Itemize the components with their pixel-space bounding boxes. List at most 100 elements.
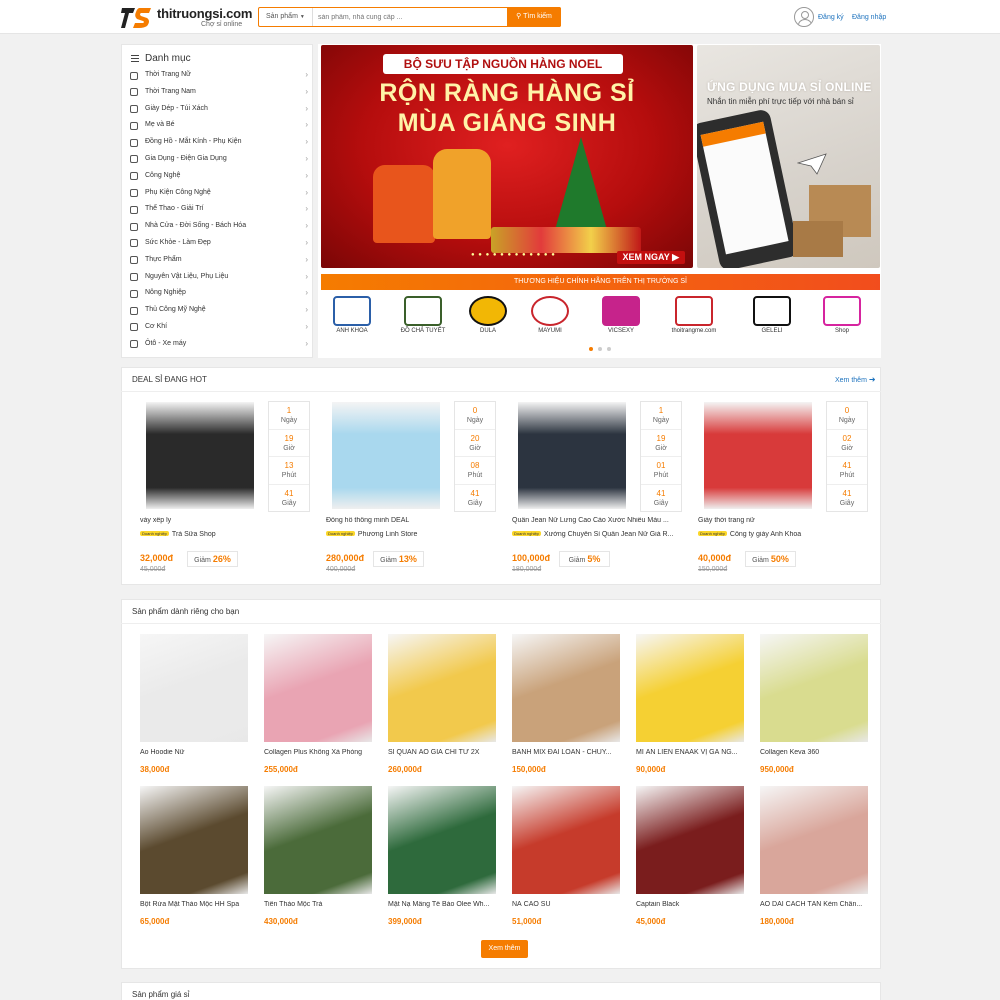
site-logo[interactable]: thitruongsi.com Chợ sỉ online xyxy=(121,5,252,31)
product-name[interactable]: SỈ QUẦN ÁO GIÁ CHỈ TỪ 2X xyxy=(388,749,498,756)
deal-product-name[interactable]: Giày thời trang nữ xyxy=(698,517,874,524)
sidebar-item[interactable]: Thực Phẩm › xyxy=(130,252,308,269)
deal-shop-name[interactable]: Doanh nghiệp Trà Sữa Shop xyxy=(140,531,316,538)
sidebar-item[interactable]: Thời Trang Nam › xyxy=(130,84,308,101)
brand-logo[interactable]: ANH KHOA xyxy=(322,294,382,340)
chevron-right-icon: › xyxy=(305,187,308,197)
countdown-cell: 1 Ngày xyxy=(641,402,681,430)
brand-logo[interactable]: DULA xyxy=(458,294,518,340)
product-image[interactable] xyxy=(760,786,868,894)
search-button[interactable]: ⚲ Tìm kiếm xyxy=(507,7,561,27)
deal-shop-name[interactable]: Doanh nghiệp Công ty giày Anh Khoa xyxy=(698,531,874,538)
deal-see-more-link[interactable]: Xem thêm ➜ xyxy=(835,375,876,384)
sidebar-item[interactable]: Nhà Cửa - Đời Sống - Bách Hóa › xyxy=(130,218,308,235)
banner-cta-label: XEM NGAY xyxy=(622,252,670,262)
product-image[interactable] xyxy=(140,786,248,894)
product-image[interactable] xyxy=(140,634,248,742)
brand-name: ANH KHOA xyxy=(336,328,368,334)
deal-shop-name[interactable]: Doanh nghiệp Phương Linh Store xyxy=(326,531,502,538)
brand-logo[interactable]: thoitrangme.com xyxy=(664,294,724,340)
sidebar-item[interactable]: Sức Khỏe - Làm Đẹp › xyxy=(130,235,308,252)
load-more-button[interactable]: Xem thêm xyxy=(481,940,528,958)
search-input[interactable] xyxy=(314,8,504,26)
wholesale-section xyxy=(121,982,881,1000)
sidebar-item[interactable]: Phụ Kiện Công Nghệ › xyxy=(130,185,308,202)
countdown-cell: 0 Ngày xyxy=(455,402,495,430)
countdown-cell: 02 Giờ xyxy=(827,430,867,457)
product-name[interactable]: ÁO DÀI CÁCH TÂN Kèm Chân... xyxy=(760,901,870,908)
sidebar-item[interactable]: Gia Dụng - Điện Gia Dụng › xyxy=(130,151,308,168)
product-name[interactable]: MÌ ĂN LIỀN ENAAK VỊ GÀ NG... xyxy=(636,749,746,756)
deal-product-image[interactable] xyxy=(704,402,812,509)
sidebar-item[interactable]: Giày Dép - Túi Xách › xyxy=(130,101,308,118)
countdown-hours-value: 02 xyxy=(842,433,852,443)
divider xyxy=(121,623,881,624)
countdown-days-label: Ngày xyxy=(838,417,856,424)
product-name[interactable]: BÁNH MIX ĐÀI LOAN - CHUY... xyxy=(512,749,622,756)
sidebar-item-label: Thực Phẩm xyxy=(145,255,182,263)
banner-noel[interactable]: BỘ SƯU TẬP NGUỒN HÀNG NOEL RỘN RÀNG HÀNG… xyxy=(321,45,693,268)
sidebar-item[interactable]: Thủ Công Mỹ Nghệ › xyxy=(130,302,308,319)
sidebar-item[interactable]: Thời Trang Nữ › xyxy=(130,67,308,84)
product-image[interactable] xyxy=(636,634,744,742)
sidebar-item[interactable]: Cơ Khí › xyxy=(130,319,308,336)
carousel-dot[interactable] xyxy=(607,347,611,351)
product-image[interactable] xyxy=(512,634,620,742)
product-price: 255,000đ xyxy=(264,765,298,774)
brand-name: Shop xyxy=(834,328,849,334)
banner-cta-button[interactable]: XEM NGAY ▶ xyxy=(616,251,685,264)
product-name[interactable]: Captain Black xyxy=(636,901,746,908)
product-name[interactable]: Mặt Nạ Mầng Tế Bào Olee Wh... xyxy=(388,901,498,908)
sidebar-item[interactable]: Nguyên Vật Liệu, Phụ Liệu › xyxy=(130,269,308,286)
sidebar-item[interactable]: Nông Nghiệp › xyxy=(130,285,308,302)
sidebar-item[interactable]: Thể Thao - Giải Trí › xyxy=(130,201,308,218)
user-avatar-icon[interactable] xyxy=(794,7,814,27)
product-image[interactable] xyxy=(760,634,868,742)
carousel-dot[interactable] xyxy=(598,347,602,351)
brand-logo[interactable]: ĐỒ CHẢ TUYẾT xyxy=(393,294,453,340)
search-bar: Sản phẩm ▼ ⚲ Tìm kiếm xyxy=(258,7,561,27)
product-image[interactable] xyxy=(388,786,496,894)
product-image[interactable] xyxy=(636,786,744,894)
sidebar-item[interactable]: Ôtô - Xe máy › xyxy=(130,336,308,353)
deal-product-name[interactable]: váy xếp ly xyxy=(140,517,316,524)
register-link[interactable]: Đăng ký xyxy=(818,14,844,21)
deal-product-name[interactable]: Quần Jean Nữ Lưng Cao Cào Xước Nhiều Màu… xyxy=(512,517,688,524)
deal-shop-name[interactable]: Doanh nghiệp Xưởng Chuyên Sỉ Quần Jean Nữ… xyxy=(512,531,688,538)
product-name[interactable]: NÁ CAO SU xyxy=(512,901,622,908)
deal-product-image[interactable] xyxy=(332,402,440,509)
deal-countdown: 1 Ngày 19 Giờ 13 Phút 41 Giây xyxy=(268,401,310,512)
countdown-hours-value: 19 xyxy=(284,433,294,443)
product-name[interactable]: Tiên Thảo Mộc Trà xyxy=(264,901,374,908)
product-name[interactable]: Collagen Plus Không Xà Phòng xyxy=(264,749,374,756)
product-price: 51,000đ xyxy=(512,917,542,926)
chevron-right-icon: › xyxy=(305,153,308,163)
countdown-cell: 1 Ngày xyxy=(269,402,309,430)
product-image[interactable] xyxy=(264,786,372,894)
product-image[interactable] xyxy=(388,634,496,742)
brand-logo[interactable]: Shop xyxy=(812,294,872,340)
banner-app[interactable]: ỨNG DỤNG MUA SỈ ONLINE Nhắn tin miễn phí… xyxy=(697,45,880,268)
banner-pagination-dots[interactable]: ● ● ● ● ● ● ● ● ● ● ● ● xyxy=(471,252,556,258)
product-name[interactable]: Collagen Keva 360 xyxy=(760,749,870,756)
sidebar-item[interactable]: Mẹ và Bé › xyxy=(130,117,308,134)
product-name[interactable]: Bột Rửa Mặt Thảo Mộc HH Spa xyxy=(140,901,250,908)
wholesale-title: Sản phẩm giá sỉ xyxy=(132,990,190,999)
sidebar-item-label: Công Nghệ xyxy=(145,171,181,179)
brand-logo[interactable]: MAYUMI xyxy=(520,294,580,340)
carousel-dot-active[interactable] xyxy=(589,347,593,351)
product-image[interactable] xyxy=(264,634,372,742)
brand-logo[interactable]: VICSEXY xyxy=(591,294,651,340)
chevron-right-icon: › xyxy=(305,338,308,348)
deal-product-image[interactable] xyxy=(518,402,626,509)
sidebar-item[interactable]: Đồng Hồ - Mắt Kính - Phụ Kiện › xyxy=(130,134,308,151)
chevron-right-icon: › xyxy=(305,288,308,298)
brand-logo[interactable]: GELELI xyxy=(742,294,802,340)
product-name[interactable]: Áo Hoodie Nữ xyxy=(140,749,250,756)
search-category-select[interactable]: Sản phẩm ▼ xyxy=(259,8,313,26)
product-image[interactable] xyxy=(512,786,620,894)
sidebar-item[interactable]: Công Nghệ › xyxy=(130,168,308,185)
login-link[interactable]: Đăng nhập xyxy=(852,14,886,21)
deal-product-name[interactable]: Đồng hồ thông minh DEAL xyxy=(326,517,502,524)
deal-product-image[interactable] xyxy=(146,402,254,509)
